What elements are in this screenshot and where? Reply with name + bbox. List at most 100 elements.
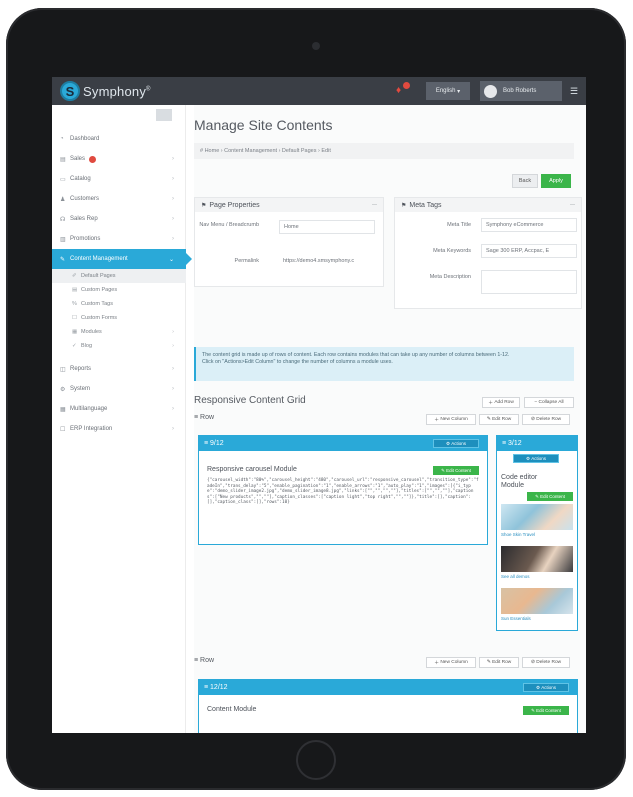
- sidebar-item-promotions[interactable]: ▥ Promotions ›: [52, 229, 186, 249]
- users-icon: ♟: [60, 196, 66, 203]
- breadcrumb[interactable]: # Home › Content Management › Default Pa…: [194, 143, 574, 159]
- globe-icon: ▦: [60, 406, 66, 413]
- sidebar-subitem-custom-forms[interactable]: ☐ Custom Forms: [52, 311, 186, 325]
- edit-icon: ✐: [72, 273, 77, 279]
- nav-menu-input[interactable]: Home: [279, 220, 375, 234]
- thumbnail-3-caption[interactable]: Sun Essentials: [501, 616, 531, 621]
- logo-mark: S: [60, 81, 80, 101]
- chevron-right-icon: ›: [172, 196, 174, 202]
- home-button[interactable]: [296, 740, 336, 780]
- form-icon: ☐: [72, 315, 77, 321]
- row-2-label: ≡ Row: [194, 657, 215, 664]
- sidebar-item-multilanguage[interactable]: ▦ Multilanguage ›: [52, 399, 186, 419]
- chevron-right-icon: ›: [172, 156, 174, 162]
- meta-title-label: Meta Title: [447, 222, 471, 228]
- camera-icon: [312, 42, 320, 50]
- row-1-edit-row-button[interactable]: ✎ Edit Row: [479, 414, 519, 425]
- meta-tags-panel: ⚑ Meta Tags — Meta Title Symphony eCommerc…: [394, 197, 582, 309]
- column-12-12: ≡ 12/12 ⚙ Actions Content Module ✎ Edit …: [198, 679, 578, 733]
- chevron-right-icon: ›: [172, 366, 174, 372]
- dashboard-icon: ◔: [60, 136, 64, 142]
- add-row-button[interactable]: ＋ Add Row: [482, 397, 520, 408]
- sidebar-item-system[interactable]: ⚙ System ›: [52, 379, 186, 399]
- chevron-right-icon: ›: [172, 406, 174, 412]
- sidebar-item-content-management[interactable]: ✎ Content Management ⌄: [52, 249, 192, 269]
- sidebar-nav: ◔ Dashboard ▤ Sales › ▭ Catalog › ♟ Customers ›…: [52, 129, 192, 439]
- collapse-icon[interactable]: —: [372, 202, 377, 208]
- system-icon: ⚙: [60, 386, 66, 393]
- sidebar-item-sales[interactable]: ▤ Sales ›: [52, 149, 186, 169]
- chevron-right-icon: ›: [172, 343, 174, 349]
- flag-icon: ⚑: [201, 202, 207, 209]
- apply-button[interactable]: Apply: [541, 174, 571, 188]
- sidebar-subitem-custom-tags[interactable]: % Custom Tags: [52, 297, 186, 311]
- row-1-delete-row-button[interactable]: ⊘ Delete Row: [522, 414, 570, 425]
- code-editor-module-title: Code editor Module: [501, 474, 538, 489]
- sidebar-subitem-blog[interactable]: ✓ Blog ›: [52, 339, 186, 353]
- meta-title-input[interactable]: Symphony eCommerce: [481, 218, 577, 232]
- carousel-code: {"carousel_width":"80%","carousel_height…: [207, 478, 479, 506]
- main-content: Manage Site Contents # Home › Content Ma…: [194, 105, 586, 733]
- chevron-right-icon: ›: [172, 386, 174, 392]
- back-button[interactable]: Back: [512, 174, 538, 188]
- column-12-12-actions-button[interactable]: ⚙ Actions: [523, 683, 569, 692]
- tag-icon: %: [72, 301, 77, 307]
- row-2-delete-row-button[interactable]: ⊘ Delete Row: [522, 657, 570, 668]
- sidebar-item-dashboard[interactable]: ◔ Dashboard: [52, 129, 186, 149]
- thumbnail-image-1[interactable]: [501, 504, 573, 530]
- meta-description-input[interactable]: [481, 270, 577, 294]
- sidebar-subitem-default-pages[interactable]: ✐ Default Pages: [52, 269, 186, 283]
- sidebar-subitem-modules[interactable]: ▦ Modules ›: [52, 325, 186, 339]
- page-title: Manage Site Contents: [194, 117, 333, 133]
- thumbnail-2-caption[interactable]: See all demos: [501, 574, 530, 579]
- thumbnail-image-3[interactable]: [501, 588, 573, 614]
- column-9-12: ≡ 9/12 ⚙ Actions Responsive carousel Mod…: [198, 435, 488, 545]
- meta-keywords-input[interactable]: Sage 300 ERP, Accpac, E: [481, 244, 577, 258]
- page-properties-header[interactable]: ⚑ Page Properties —: [195, 198, 383, 212]
- sidebar-subitem-custom-pages[interactable]: ▤ Custom Pages: [52, 283, 186, 297]
- chevron-right-icon: ›: [172, 216, 174, 222]
- user-menu[interactable]: Bob Roberts: [480, 81, 562, 101]
- column-9-12-actions-button[interactable]: ⚙ Actions: [433, 439, 479, 448]
- column-12-12-header: ≡ 12/12 ⚙ Actions: [199, 680, 577, 695]
- sidebar: ◔ Dashboard ▤ Sales › ▭ Catalog › ♟ Customers ›…: [52, 105, 192, 733]
- sidebar-item-customers[interactable]: ♟ Customers ›: [52, 189, 186, 209]
- blog-icon: ✓: [72, 343, 77, 349]
- info-line-1: The content grid is made up of rows of c…: [202, 352, 510, 358]
- column-3-12-actions-button[interactable]: ⚙ Actions: [513, 454, 559, 463]
- promo-icon: ▥: [60, 236, 66, 243]
- row-2-edit-row-button[interactable]: ✎ Edit Row: [479, 657, 519, 668]
- avatar: [484, 84, 497, 98]
- language-selector[interactable]: English ▾: [426, 82, 470, 100]
- user-name: Bob Roberts: [503, 88, 537, 94]
- sidebar-item-erp-integration[interactable]: ☐ ERP Integration ›: [52, 419, 186, 439]
- permalink-input[interactable]: https://demo4.smsymphony.c: [279, 254, 375, 268]
- grid-title: Responsive Content Grid: [194, 395, 306, 406]
- column-3-12: ≡ 3/12 ⚙ Actions Code editor Module ✎ Ed…: [496, 435, 578, 631]
- screen: S Symphony® ♦ English ▾ Bob Roberts ☰ ◔ D…: [52, 77, 586, 733]
- pages-icon: ▤: [72, 287, 78, 293]
- meta-keywords-label: Meta Keywords: [433, 248, 471, 254]
- thumbnail-image-2[interactable]: [501, 546, 573, 572]
- flag-icon: ⚑: [401, 202, 407, 209]
- meta-tags-header[interactable]: ⚑ Meta Tags —: [395, 198, 581, 212]
- rep-icon: ☊: [60, 216, 66, 223]
- row-2-new-column-button[interactable]: ＋ New Column: [426, 657, 476, 668]
- sidebar-item-catalog[interactable]: ▭ Catalog ›: [52, 169, 186, 189]
- chevron-right-icon: ›: [172, 329, 174, 335]
- collapse-all-button[interactable]: − Collapse All: [524, 397, 574, 408]
- menu-icon[interactable]: ☰: [570, 86, 578, 97]
- thumbnail-1-caption[interactable]: Shoe Skin Travel: [501, 532, 535, 537]
- sidebar-item-reports[interactable]: ◫ Reports ›: [52, 359, 186, 379]
- sidebar-item-sales-rep[interactable]: ☊ Sales Rep ›: [52, 209, 186, 229]
- language-label: English: [435, 88, 456, 94]
- code-editor-edit-content-button[interactable]: ✎ Edit Content: [527, 492, 573, 501]
- row-1-label: ≡ Row: [194, 414, 215, 421]
- tablet-frame: S Symphony® ♦ English ▾ Bob Roberts ☰ ◔ D…: [6, 8, 626, 790]
- app-logo[interactable]: S Symphony®: [60, 80, 151, 102]
- content-edit-content-button[interactable]: ✎ Edit Content: [523, 706, 569, 715]
- row-1-new-column-button[interactable]: ＋ New Column: [426, 414, 476, 425]
- sidebar-collapse-button[interactable]: [156, 109, 172, 121]
- collapse-icon[interactable]: —: [570, 202, 575, 208]
- carousel-edit-content-button[interactable]: ✎ Edit Content: [433, 466, 479, 475]
